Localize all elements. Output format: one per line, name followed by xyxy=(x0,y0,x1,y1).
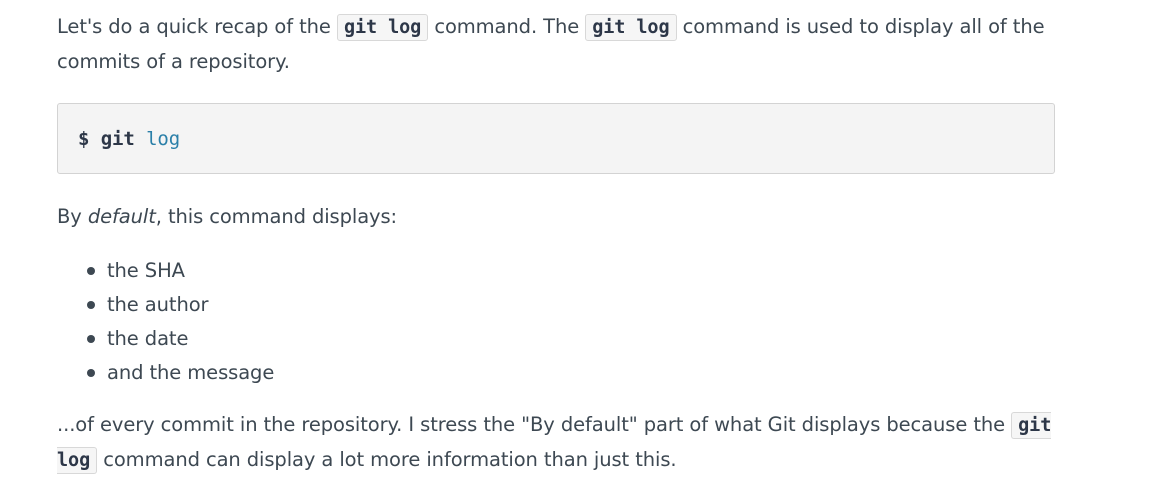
bullet-icon xyxy=(87,369,95,377)
code-prompt: $ xyxy=(78,128,90,150)
code-argument: log xyxy=(146,128,181,150)
code-block[interactable]: $ git log xyxy=(57,103,1055,174)
bullet-icon xyxy=(87,335,95,343)
list-item-text: the author xyxy=(107,293,209,316)
list-item: the date xyxy=(57,322,274,356)
outro-text-1: ...of every commit in the repository. I … xyxy=(57,413,1012,436)
list-item: and the message xyxy=(57,356,274,390)
outro-paragraph: ...of every commit in the repository. I … xyxy=(57,408,1067,478)
inline-code-git-log: git log xyxy=(585,14,677,41)
inline-code-git-log: git log xyxy=(336,14,429,41)
code-command: git xyxy=(100,128,135,150)
intro-text-1: Let's do a quick recap of the xyxy=(57,15,337,38)
list-item: the SHA xyxy=(57,254,274,288)
list-item-text: the SHA xyxy=(107,259,185,282)
intro-paragraph: Let's do a quick recap of the git log co… xyxy=(57,10,1057,79)
bullet-icon xyxy=(87,301,95,309)
list-item: the author xyxy=(57,288,274,322)
bullet-icon xyxy=(87,267,95,275)
default-suffix: , this command displays: xyxy=(155,205,398,228)
default-prefix: By xyxy=(57,205,88,228)
list-item-text: the date xyxy=(107,327,189,350)
outro-text-2: command can display a lot more informati… xyxy=(97,448,677,471)
display-fields-list: the SHA the author the date and the mess… xyxy=(57,254,274,390)
intro-text-2: command. The xyxy=(428,15,586,38)
list-item-text: and the message xyxy=(107,361,275,384)
default-paragraph: By default, this command displays: xyxy=(57,200,397,234)
default-emphasis: default xyxy=(87,205,156,228)
